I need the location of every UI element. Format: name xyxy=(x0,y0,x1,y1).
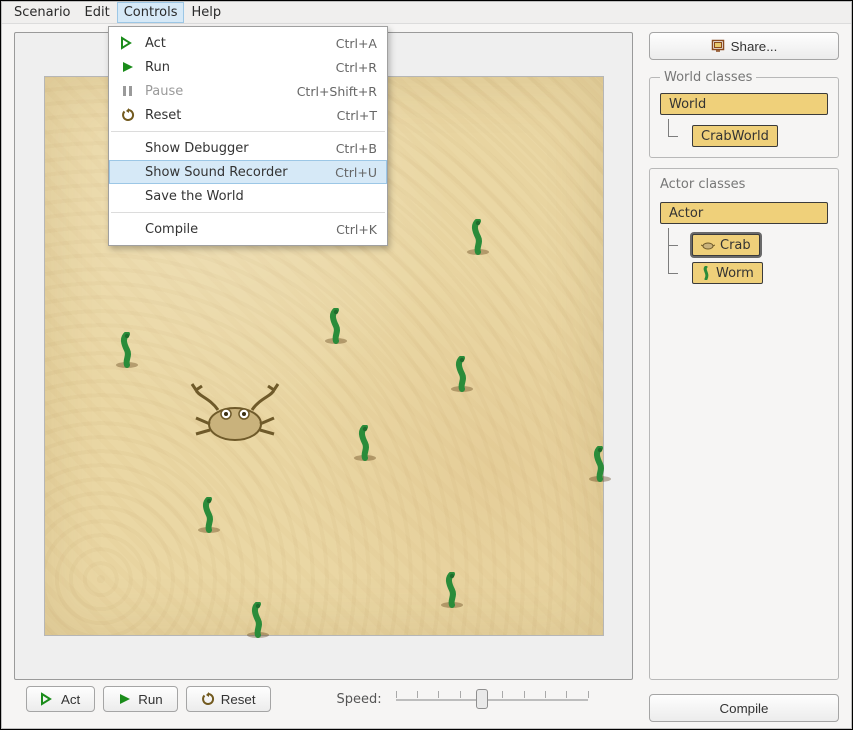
class-label: Actor xyxy=(669,206,703,221)
group-legend: Actor classes xyxy=(660,177,828,192)
worm-icon xyxy=(701,266,711,280)
menuitem-accel: Ctrl+R xyxy=(336,60,377,75)
worm-actor[interactable] xyxy=(197,497,221,533)
menuitem-accel: Ctrl+A xyxy=(336,36,377,51)
world-class-tree: World CrabWorld xyxy=(660,93,828,147)
class-node-crabworld[interactable]: CrabWorld xyxy=(692,125,778,147)
class-node-actor[interactable]: Actor xyxy=(660,202,828,224)
menu-separator xyxy=(111,131,385,132)
slider-knob[interactable] xyxy=(476,689,488,709)
reset-icon xyxy=(201,692,215,706)
share-button[interactable]: Share... xyxy=(649,32,839,60)
crab-actor[interactable] xyxy=(190,382,280,446)
right-column: Share... World classes World CrabWo xyxy=(643,24,851,728)
button-label: Act xyxy=(61,692,80,707)
compile-button[interactable]: Compile xyxy=(649,694,839,722)
reset-icon xyxy=(119,108,137,122)
menuitem-accel: Ctrl+B xyxy=(336,141,377,156)
run-button[interactable]: Run xyxy=(103,686,177,712)
play-icon xyxy=(118,692,132,706)
button-label: Reset xyxy=(221,692,256,707)
actor-class-tree: Actor Crab xyxy=(660,202,828,284)
reset-button[interactable]: Reset xyxy=(186,686,271,712)
class-node-world[interactable]: World xyxy=(660,93,828,115)
menuitem-label: Run xyxy=(145,60,328,75)
menuitem-label: Pause xyxy=(145,84,289,99)
menu-controls[interactable]: Controls xyxy=(118,3,184,22)
class-label: Crab xyxy=(720,238,751,253)
speed-control: Speed: xyxy=(337,687,592,711)
right-bottom: Compile xyxy=(649,690,839,722)
step-icon xyxy=(119,36,137,50)
class-node-crab[interactable]: Crab xyxy=(692,234,760,256)
menuitem-accel: Ctrl+U xyxy=(335,165,377,180)
menuitem-label: Act xyxy=(145,36,328,51)
menubar: Scenario Edit Controls Help xyxy=(2,2,851,24)
class-label: Worm xyxy=(716,266,754,281)
client-chrome: Scenario Edit Controls Help Act Ctrl+A R… xyxy=(1,1,852,729)
controls-menu-popup[interactable]: Act Ctrl+A Run Ctrl+R Pause Ctrl+Shift+R xyxy=(108,26,388,246)
class-label: CrabWorld xyxy=(701,129,769,144)
menuitem-label: Compile xyxy=(145,222,328,237)
menuitem-show-debugger[interactable]: Show Debugger Ctrl+B xyxy=(109,136,387,160)
worm-actor[interactable] xyxy=(324,308,348,344)
menuitem-accel: Ctrl+T xyxy=(337,108,377,123)
worm-actor[interactable] xyxy=(246,602,270,638)
menuitem-label: Show Debugger xyxy=(145,141,328,156)
worm-actor[interactable] xyxy=(115,332,139,368)
worm-actor[interactable] xyxy=(588,446,612,482)
speed-label: Speed: xyxy=(337,692,382,707)
class-node-worm[interactable]: Worm xyxy=(692,262,763,284)
menuitem-compile[interactable]: Compile Ctrl+K xyxy=(109,217,387,241)
crab-icon xyxy=(701,240,715,250)
menuitem-pause: Pause Ctrl+Shift+R xyxy=(109,79,387,103)
controlbar: Act Run Reset xyxy=(14,680,633,722)
menuitem-label: Show Sound Recorder xyxy=(145,165,327,180)
worm-actor[interactable] xyxy=(353,425,377,461)
menuitem-reset[interactable]: Reset Ctrl+T xyxy=(109,103,387,127)
menuitem-show-sound-recorder[interactable]: Show Sound Recorder Ctrl+U xyxy=(109,160,387,184)
menuitem-act[interactable]: Act Ctrl+A xyxy=(109,31,387,55)
menuitem-run[interactable]: Run Ctrl+R xyxy=(109,55,387,79)
button-label: Compile xyxy=(720,701,769,716)
menuitem-label: Save the World xyxy=(145,189,369,204)
pause-icon xyxy=(119,84,137,98)
menu-scenario[interactable]: Scenario xyxy=(8,3,77,22)
play-icon xyxy=(119,60,137,74)
worm-actor[interactable] xyxy=(466,219,490,255)
menuitem-accel: Ctrl+K xyxy=(336,222,377,237)
menuitem-accel: Ctrl+Shift+R xyxy=(297,84,377,99)
app-window: Scenario Edit Controls Help Act Ctrl+A R… xyxy=(0,0,853,730)
actor-classes-group: Actor classes Actor Crab xyxy=(649,168,839,680)
menu-help[interactable]: Help xyxy=(185,3,227,22)
menu-separator xyxy=(111,212,385,213)
menuitem-save-the-world[interactable]: Save the World xyxy=(109,184,387,208)
world-classes-group: World classes World CrabWorld xyxy=(649,70,839,158)
worm-actor[interactable] xyxy=(440,572,464,608)
class-label: World xyxy=(669,97,706,112)
button-label: Run xyxy=(138,692,162,707)
frame-icon xyxy=(711,39,725,53)
speed-slider[interactable] xyxy=(392,687,592,711)
step-icon xyxy=(41,692,55,706)
worm-actor[interactable] xyxy=(450,356,474,392)
act-button[interactable]: Act xyxy=(26,686,95,712)
button-label: Share... xyxy=(731,39,778,54)
menuitem-label: Reset xyxy=(145,108,329,123)
menu-edit[interactable]: Edit xyxy=(79,3,116,22)
slider-ticks xyxy=(396,691,588,707)
group-legend: World classes xyxy=(660,70,756,85)
